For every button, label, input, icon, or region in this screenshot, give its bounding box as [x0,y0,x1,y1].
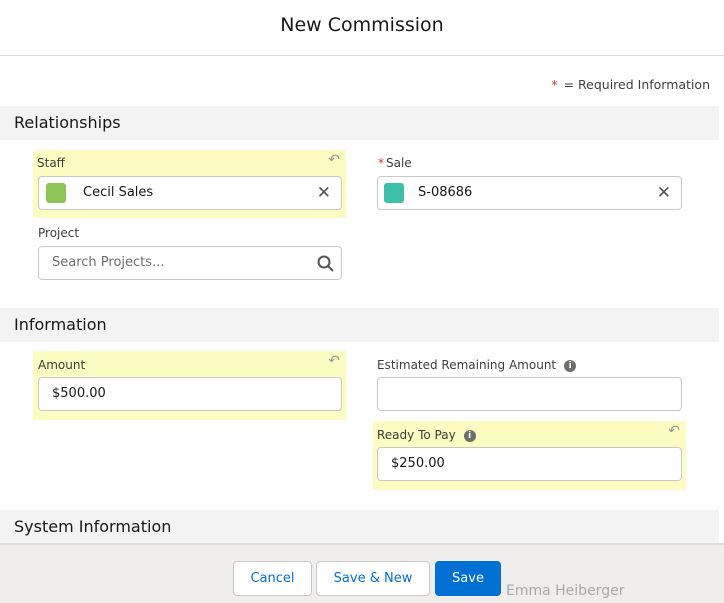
sale-lookup[interactable]: S-08686 ✕ [377,176,682,210]
amount-label: Amount [38,358,86,372]
project-label: Project [38,226,80,240]
ready-to-pay-input[interactable]: $250.00 [377,447,682,481]
undo-icon[interactable]: ↶ [328,152,340,168]
section-system-information[interactable]: System Information [0,510,719,544]
project-search-input[interactable]: Search Projects... [38,246,342,280]
modal-footer: Cancel Save & New Save Emma Heiberger [0,543,724,603]
background-text: Emma Heiberger [506,583,625,599]
staff-lookup[interactable]: Cecil Sales ✕ [38,176,342,210]
staff-label: Staff [37,156,65,170]
estimated-remaining-input[interactable] [377,377,682,411]
sale-record-icon [384,183,404,203]
amount-field-highlight: Amount ↶ $500.00 [33,351,346,420]
undo-icon[interactable]: ↶ [328,353,340,369]
save-and-new-button[interactable]: Save & New [316,561,430,596]
undo-icon[interactable]: ↶ [668,423,680,439]
section-relationships[interactable]: Relationships [0,106,719,140]
info-icon[interactable]: i [463,429,476,442]
staff-field-highlight: Staff ↶ Cecil Sales ✕ [33,150,346,218]
sale-label: * Sale [378,156,412,170]
section-information[interactable]: Information [0,308,719,342]
required-info-note: * = Required Information [551,77,710,92]
clear-staff-icon[interactable]: ✕ [317,177,331,209]
ready-field-highlight: Ready To Pay i ↶ $250.00 [373,421,686,490]
info-icon[interactable]: i [564,359,577,372]
cancel-button[interactable]: Cancel [233,561,312,596]
amount-input[interactable]: $500.00 [38,377,342,411]
clear-sale-icon[interactable]: ✕ [657,177,671,209]
ready-label: Ready To Pay i [377,428,476,442]
search-icon [317,255,334,272]
save-button[interactable]: Save [435,561,501,596]
estimated-label: Estimated Remaining Amount i [377,358,577,372]
staff-record-icon [46,183,66,203]
modal-title: New Commission [0,0,724,56]
